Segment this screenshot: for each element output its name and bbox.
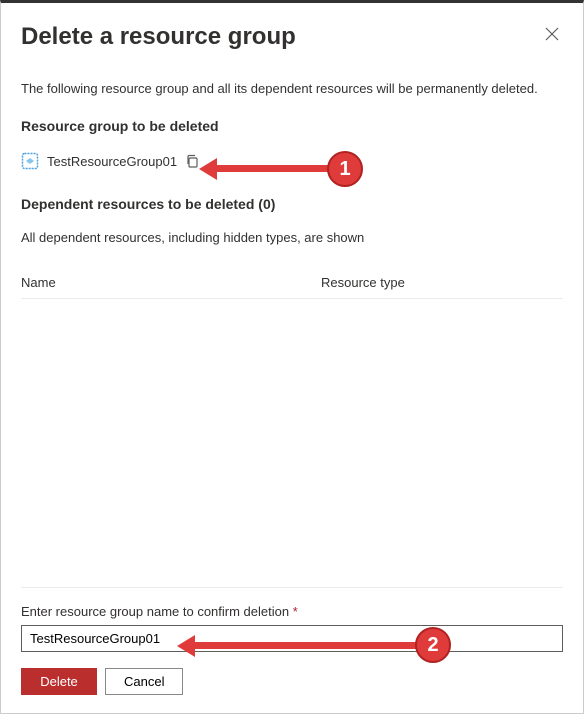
panel-footer: Enter resource group name to confirm del… — [21, 587, 563, 713]
confirm-label-text: Enter resource group name to confirm del… — [21, 604, 289, 619]
resource-group-row: TestResourceGroup01 — [21, 152, 563, 170]
section-dependent-title: Dependent resources to be deleted (0) — [21, 196, 563, 212]
dependent-note: All dependent resources, including hidde… — [21, 230, 563, 245]
panel-header: Delete a resource group — [21, 23, 563, 51]
delete-resource-group-panel: Delete a resource group The following re… — [1, 3, 583, 713]
cancel-button[interactable]: Cancel — [105, 668, 183, 695]
section-resource-group-title: Resource group to be deleted — [21, 118, 563, 134]
column-header-type: Resource type — [321, 275, 563, 290]
resource-group-name: TestResourceGroup01 — [47, 154, 177, 169]
close-icon — [545, 29, 559, 44]
required-asterisk: * — [293, 604, 298, 619]
warning-text: The following resource group and all its… — [21, 81, 563, 96]
panel-title: Delete a resource group — [21, 23, 296, 51]
table-header: Name Resource type — [21, 275, 563, 299]
confirm-label: Enter resource group name to confirm del… — [21, 604, 563, 619]
copy-icon[interactable] — [185, 154, 199, 168]
empty-table-body — [21, 299, 563, 587]
resource-group-icon — [21, 152, 39, 170]
confirm-input[interactable] — [21, 625, 563, 652]
column-header-name: Name — [21, 275, 321, 290]
button-row: Delete Cancel — [21, 668, 563, 695]
delete-button[interactable]: Delete — [21, 668, 97, 695]
close-button[interactable] — [541, 23, 563, 48]
